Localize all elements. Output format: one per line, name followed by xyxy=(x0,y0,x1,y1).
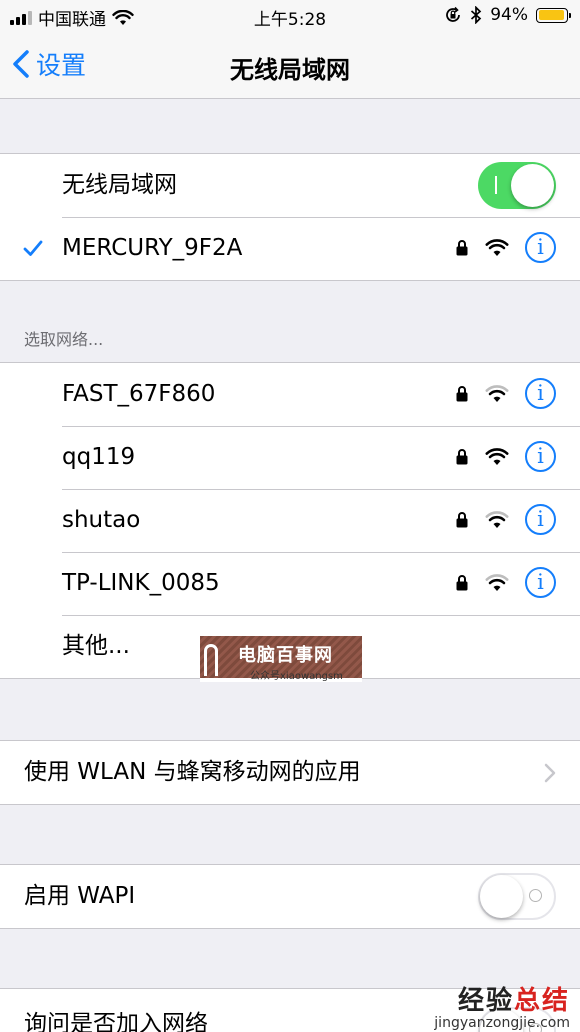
page-title: 无线局域网 xyxy=(230,56,350,84)
wlan-cellular-row[interactable]: 使用 WLAN 与蜂窝移动网的应用 xyxy=(0,741,580,804)
bluetooth-icon xyxy=(471,6,482,24)
wifi-strength-icon xyxy=(485,384,509,402)
network-row[interactable]: FAST_67F860 i xyxy=(0,363,580,426)
site-watermark: 经验总结 jingyanzongjie.com xyxy=(434,980,570,1031)
wlan-cellular-label: 使用 WLAN 与蜂窝移动网的应用 xyxy=(24,759,361,785)
info-icon[interactable]: i xyxy=(525,504,556,535)
chevron-right-icon xyxy=(544,763,556,783)
status-bar: 中国联通 上午5:28 94% xyxy=(0,0,580,32)
wifi-strength-icon xyxy=(485,447,509,465)
watermark-subtitle: 公众号xiaowangsm xyxy=(250,671,343,682)
network-row[interactable]: shutao i xyxy=(0,489,580,552)
network-name: qq119 xyxy=(62,444,136,470)
info-icon[interactable]: i xyxy=(525,567,556,598)
lock-icon xyxy=(456,574,468,590)
wifi-strength-icon xyxy=(485,238,509,256)
wlan-cellular-group: 使用 WLAN 与蜂窝移动网的应用 xyxy=(0,740,580,805)
wlan-label: 无线局域网 xyxy=(62,172,177,198)
info-icon[interactable]: i xyxy=(525,232,556,263)
wapi-row: 启用 WAPI xyxy=(0,865,580,928)
info-icon[interactable]: i xyxy=(525,378,556,409)
lock-icon xyxy=(456,385,468,401)
wlan-group: 无线局域网 MERCURY_9F2A i xyxy=(0,153,580,281)
site-watermark-url: jingyanzongjie.com xyxy=(434,1015,570,1031)
ask-join-label: 询问是否加入网络 xyxy=(24,1011,208,1032)
wifi-strength-icon xyxy=(485,573,509,591)
network-row[interactable]: qq119 i xyxy=(0,426,580,489)
battery-percent: 94% xyxy=(490,5,528,25)
navigation-bar: 设置 无线局域网 xyxy=(0,32,580,99)
watermark-title: 电脑百事网 xyxy=(238,645,333,666)
battery-icon xyxy=(536,7,571,23)
toggle-knob xyxy=(480,875,523,918)
checkmark-icon xyxy=(23,240,43,256)
lock-icon xyxy=(456,511,468,527)
lock-icon xyxy=(456,239,468,255)
networks-section-header: 选取网络... xyxy=(24,330,104,349)
network-name: shutao xyxy=(62,507,141,533)
network-list: FAST_67F860 i qq119 i shutao i TP-LINK_0… xyxy=(0,362,580,679)
other-network-label: 其他... xyxy=(62,633,130,659)
lock-icon xyxy=(456,448,468,464)
site-watermark-title: 经验总结 xyxy=(457,986,570,1016)
network-name: TP-LINK_0085 xyxy=(62,570,220,596)
info-icon[interactable]: i xyxy=(525,441,556,472)
orientation-lock-icon xyxy=(446,6,461,22)
connected-network-row[interactable]: MERCURY_9F2A i xyxy=(0,217,580,280)
network-row[interactable]: TP-LINK_0085 i xyxy=(0,552,580,615)
wapi-toggle[interactable] xyxy=(478,873,556,920)
wlan-toggle[interactable] xyxy=(478,162,556,209)
wlan-toggle-row: 无线局域网 xyxy=(0,154,580,217)
wapi-group: 启用 WAPI xyxy=(0,864,580,929)
network-name: FAST_67F860 xyxy=(62,381,216,407)
watermark-banner: 电脑百事网 公众号xiaowangsm xyxy=(200,636,362,682)
connected-network-name: MERCURY_9F2A xyxy=(62,235,243,261)
watermark-logo-icon xyxy=(204,644,218,676)
toggle-knob xyxy=(511,164,554,207)
wapi-label: 启用 WAPI xyxy=(24,883,136,909)
wifi-strength-icon xyxy=(485,510,509,528)
